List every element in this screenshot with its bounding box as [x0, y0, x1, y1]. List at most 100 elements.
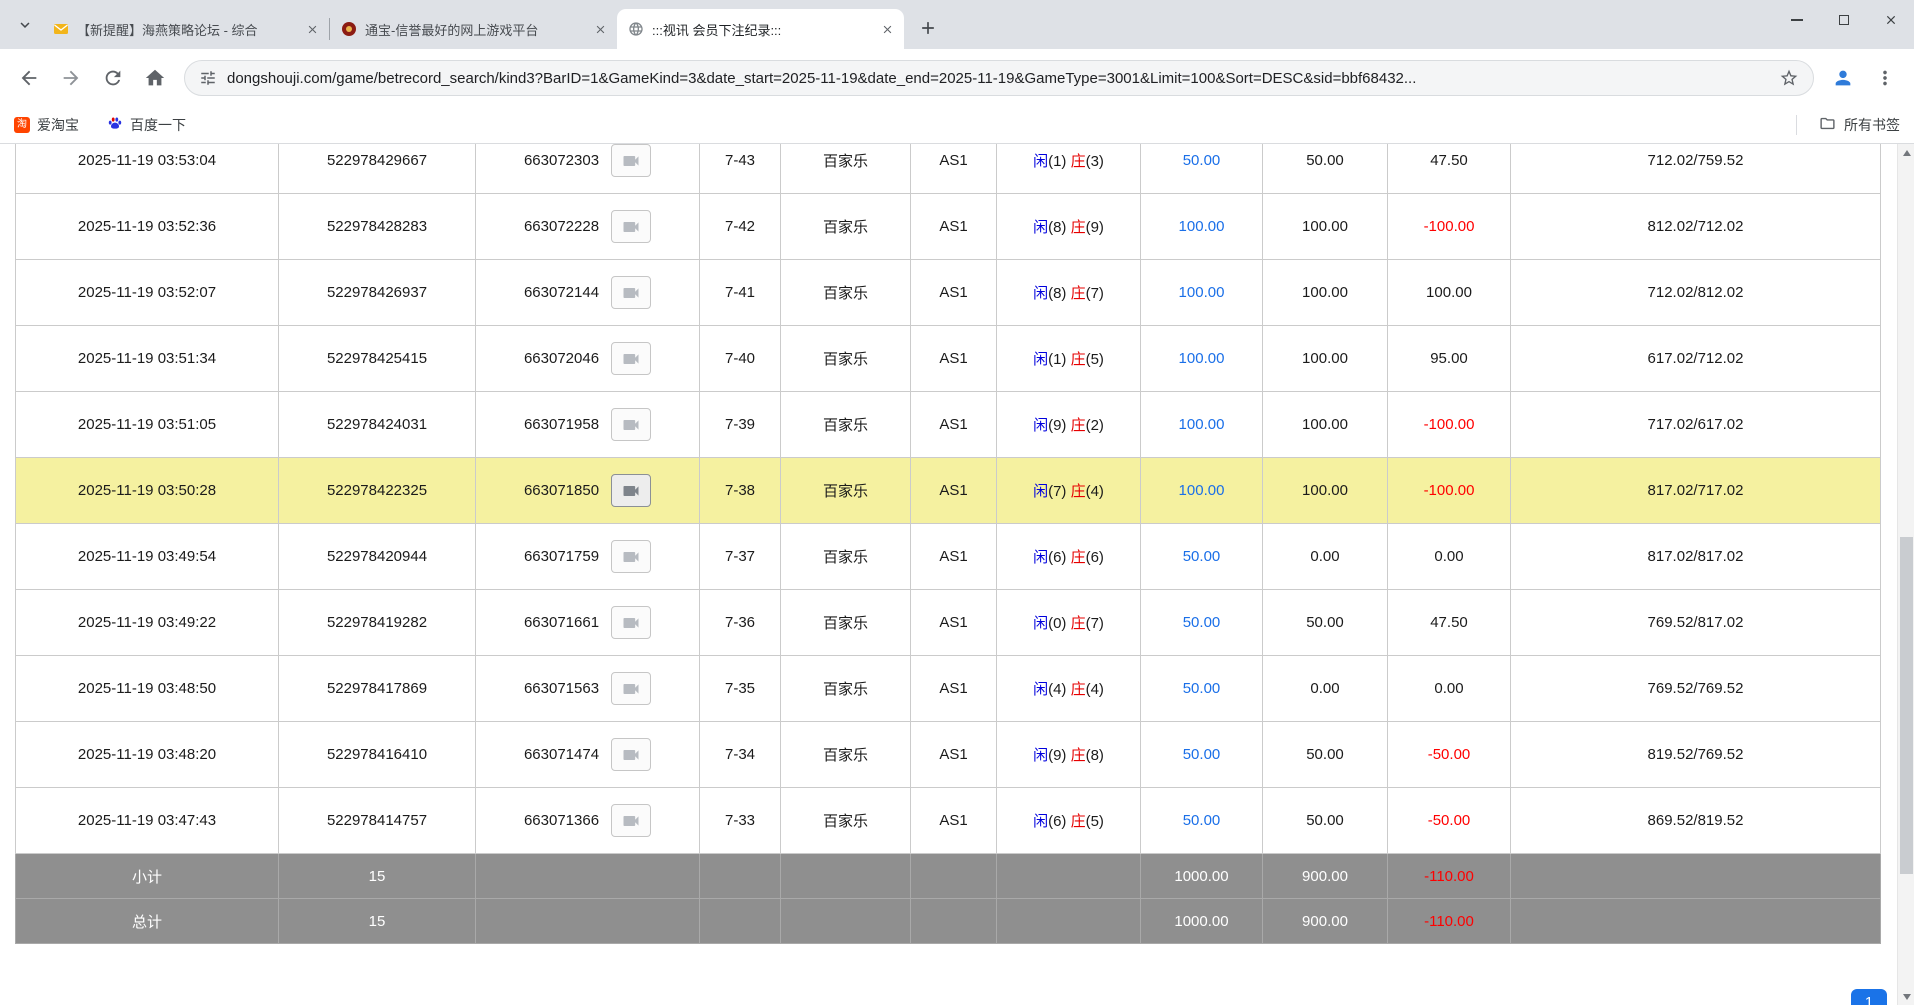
cell-bet-amount-link[interactable]: 100.00 — [1141, 260, 1263, 326]
address-bar[interactable]: dongshouji.com/game/betrecord_search/kin… — [184, 60, 1814, 96]
new-tab-button[interactable] — [912, 12, 944, 44]
cell-bet-amount-link[interactable]: 50.00 — [1141, 722, 1263, 788]
tab-close-icon[interactable] — [303, 20, 321, 38]
record-row: 2025-11-19 03:49:22522978419282663071661… — [16, 590, 1881, 656]
cell-bet-amount-link[interactable]: 50.00 — [1141, 524, 1263, 590]
scrollbar-up-arrow[interactable] — [1898, 144, 1914, 161]
round-number-text: 663071850 — [524, 482, 599, 499]
replay-video-button[interactable] — [611, 474, 651, 507]
cell-valid-amount: 100.00 — [1263, 458, 1388, 524]
forward-button[interactable] — [50, 57, 92, 99]
summary-empty — [1511, 899, 1881, 944]
cell-round-number: 663071850 — [476, 458, 700, 524]
scrollbar-thumb[interactable] — [1900, 537, 1913, 874]
home-button[interactable] — [134, 57, 176, 99]
replay-video-button[interactable] — [611, 804, 651, 837]
bookmarks-divider — [1796, 115, 1797, 135]
all-bookmarks-button[interactable]: 所有书签 — [1844, 115, 1900, 135]
pagination-page-button[interactable]: 1 — [1851, 989, 1887, 1005]
summary-amount: 1000.00 — [1141, 854, 1263, 899]
replay-video-button[interactable] — [611, 738, 651, 771]
cell-round-number: 663071661 — [476, 590, 700, 656]
cell-round-number: 663071958 — [476, 392, 700, 458]
url-text[interactable]: dongshouji.com/game/betrecord_search/kin… — [227, 70, 1769, 87]
replay-video-button[interactable] — [611, 408, 651, 441]
record-row: 2025-11-19 03:51:34522978425415663072046… — [16, 326, 1881, 392]
replay-video-button[interactable] — [611, 342, 651, 375]
cell-account: AS1 — [911, 788, 997, 854]
bet-banker-label: 庄 — [1071, 351, 1086, 368]
tab-close-icon[interactable] — [878, 20, 896, 38]
cell-table-number: 7-36 — [700, 590, 781, 656]
bet-player-label: 闲 — [1033, 549, 1048, 566]
bet-player-count: (9) — [1048, 747, 1071, 764]
tab-bet-records-active[interactable]: :::视讯 会员下注纪录::: — [617, 9, 904, 49]
cell-round-number: 663072046 — [476, 326, 700, 392]
bet-banker-count: (4) — [1086, 681, 1104, 698]
bookmark-aitaobao[interactable]: 淘 爱淘宝 — [14, 115, 79, 135]
cell-bet-amount-link[interactable]: 100.00 — [1141, 326, 1263, 392]
summary-label: 总计 — [16, 899, 279, 944]
summary-empty — [997, 899, 1141, 944]
tab-forum[interactable]: 【新提醒】海燕策略论坛 - 综合 — [42, 9, 329, 49]
cell-game-type: 百家乐 — [781, 722, 911, 788]
back-button[interactable] — [8, 57, 50, 99]
tab-search-button[interactable] — [8, 0, 42, 49]
menu-button[interactable] — [1864, 57, 1906, 99]
minimize-button[interactable] — [1773, 0, 1820, 40]
replay-video-button[interactable] — [611, 210, 651, 243]
triangle-up-icon — [1903, 150, 1911, 156]
cell-table-number: 7-42 — [700, 194, 781, 260]
cell-balance: 717.02/617.02 — [1511, 392, 1881, 458]
tab-tongbao[interactable]: 通宝-信誉最好的网上游戏平台 — [330, 9, 617, 49]
cell-game-type: 百家乐 — [781, 590, 911, 656]
bookmark-star-icon[interactable] — [1779, 68, 1799, 88]
bet-banker-label: 庄 — [1071, 417, 1086, 434]
cell-order-number: 522978416410 — [279, 722, 476, 788]
cell-valid-amount: 100.00 — [1263, 392, 1388, 458]
cell-valid-amount: 100.00 — [1263, 194, 1388, 260]
back-arrow-icon — [18, 67, 40, 89]
replay-video-button[interactable] — [611, 276, 651, 309]
cell-bet-amount-link[interactable]: 100.00 — [1141, 458, 1263, 524]
cell-bet-amount-link[interactable]: 50.00 — [1141, 788, 1263, 854]
vertical-scrollbar[interactable] — [1897, 144, 1914, 1005]
bet-player-count: (7) — [1048, 483, 1071, 500]
replay-video-button[interactable] — [611, 606, 651, 639]
cell-game-type: 百家乐 — [781, 194, 911, 260]
cell-account: AS1 — [911, 144, 997, 194]
replay-video-button[interactable] — [611, 540, 651, 573]
cell-bet-amount-link[interactable]: 100.00 — [1141, 194, 1263, 260]
profile-button[interactable] — [1822, 57, 1864, 99]
cell-balance: 617.02/712.02 — [1511, 326, 1881, 392]
cell-bet-amount-link[interactable]: 100.00 — [1141, 392, 1263, 458]
bet-player-label: 闲 — [1033, 681, 1048, 698]
cell-bet-amount-link[interactable]: 50.00 — [1141, 590, 1263, 656]
replay-video-button[interactable] — [611, 144, 651, 177]
bet-player-count: (4) — [1048, 681, 1071, 698]
bet-player-count: (0) — [1048, 615, 1071, 632]
scrollbar-down-arrow[interactable] — [1898, 988, 1914, 1005]
round-cell: 663071661 — [481, 606, 694, 639]
bet-player-label: 闲 — [1033, 351, 1048, 368]
maximize-button[interactable] — [1820, 0, 1867, 40]
cell-table-number: 7-33 — [700, 788, 781, 854]
site-settings-icon[interactable] — [199, 69, 217, 87]
cell-bet-time: 2025-11-19 03:51:05 — [16, 392, 279, 458]
bet-banker-label: 庄 — [1071, 681, 1086, 698]
reload-button[interactable] — [92, 57, 134, 99]
cell-bet-amount-link[interactable]: 50.00 — [1141, 656, 1263, 722]
bookmark-baidu[interactable]: 百度一下 — [107, 115, 186, 135]
bet-player-count: (9) — [1048, 417, 1071, 434]
tab-close-icon[interactable] — [591, 20, 609, 38]
cell-bet-time: 2025-11-19 03:49:22 — [16, 590, 279, 656]
cell-bet-amount-link[interactable]: 50.00 — [1141, 144, 1263, 194]
cell-table-number: 7-35 — [700, 656, 781, 722]
close-window-button[interactable] — [1867, 0, 1914, 40]
round-number-text: 663071958 — [524, 416, 599, 433]
chevron-down-icon — [16, 16, 34, 34]
round-cell: 663072144 — [481, 276, 694, 309]
replay-video-button[interactable] — [611, 672, 651, 705]
forum-favicon-icon — [53, 21, 69, 37]
cell-balance: 812.02/712.02 — [1511, 194, 1881, 260]
